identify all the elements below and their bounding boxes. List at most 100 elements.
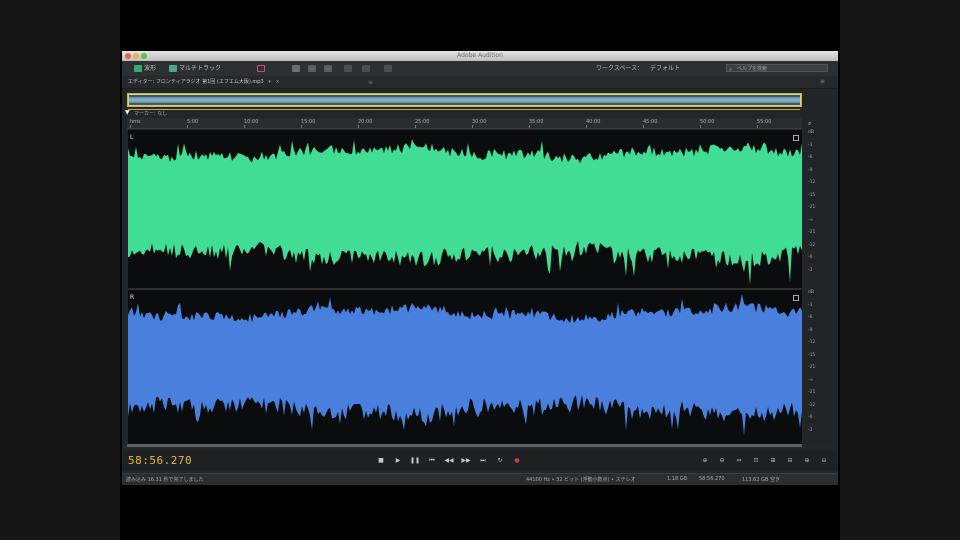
zoom-out-time-button[interactable]: ⊟ bbox=[785, 456, 795, 466]
ruler-tick: 10:00 bbox=[244, 119, 259, 128]
move-tool-icon[interactable] bbox=[292, 65, 300, 72]
multitrack-icon bbox=[169, 65, 177, 72]
db-scale-label: -6 bbox=[808, 255, 813, 260]
db-scale-label: -12 bbox=[808, 242, 816, 248]
ruler-tick: 30:00 bbox=[472, 119, 487, 128]
db-scale-label: -21 bbox=[808, 230, 816, 235]
db-scale-label: -6 bbox=[808, 155, 813, 160]
close-icon[interactable]: × bbox=[275, 79, 279, 85]
free-space: 113.62 GB 空き bbox=[742, 477, 780, 483]
status-bar: 読み込み 16.31 秒で完了しました 44100 Hz • 32 ビット (浮… bbox=[122, 473, 838, 485]
spectral-display-icon[interactable] bbox=[257, 65, 265, 72]
zoom-in-point-button[interactable]: ⊕ bbox=[802, 456, 812, 466]
tab-menu-icon[interactable]: ≡ bbox=[368, 78, 373, 87]
scrollbar-thumb[interactable] bbox=[127, 444, 802, 447]
right-channel-label: R bbox=[130, 294, 135, 301]
db-scale-label: -3 bbox=[808, 142, 813, 148]
db-scale-label: -12 bbox=[808, 340, 816, 345]
waveform-view-label: 波形 bbox=[144, 65, 157, 72]
move-to-end-button[interactable]: ⏭ bbox=[478, 456, 488, 466]
right-channel-waveform[interactable] bbox=[128, 290, 802, 444]
zoom-out-point-button[interactable]: ⊖ bbox=[819, 456, 829, 466]
db-scale-label: -∞ bbox=[808, 377, 814, 383]
time-selection-tool-icon[interactable] bbox=[344, 65, 352, 72]
zoom-out-amplitude-button[interactable]: ⊖ bbox=[717, 456, 727, 466]
window-title: Adobe Audition bbox=[457, 52, 503, 59]
zoom-in-amplitude-button[interactable]: ⊕ bbox=[700, 456, 710, 466]
fast-forward-button[interactable]: ▶▶ bbox=[461, 456, 471, 466]
move-to-start-button[interactable]: ⏮ bbox=[427, 456, 437, 466]
chevron-down-icon[interactable]: ▾ bbox=[268, 79, 271, 85]
marker-label: マーカー: なし bbox=[134, 111, 168, 117]
left-channel-waveform[interactable] bbox=[128, 130, 802, 288]
panel-menu-icon[interactable]: ≡ bbox=[820, 78, 825, 85]
editor-tab[interactable]: エディター: フロンティアラジオ 第1回 (エフエム大阪).mp3 ▾ × bbox=[128, 78, 280, 87]
db-scale-label: dB bbox=[808, 130, 814, 135]
waveform-icon bbox=[134, 65, 142, 72]
zoom-in-time-button[interactable]: ⊞ bbox=[768, 456, 778, 466]
zoom-selection-button[interactable]: ⊡ bbox=[751, 456, 761, 466]
main-toolbar: 波形 マルチトラック ワークスペース： デフォルト ⌕ ヘルプを検索 bbox=[122, 61, 838, 77]
amplitude-scale: ⌕ dB -3 -6 -9 -12 -15 -21 -∞ -21 -12 -6 -3 dB -3 -6 -9 -… bbox=[804, 118, 832, 444]
editor-tab-bar: エディター: フロンティアラジオ 第1回 (エフエム大阪).mp3 ▾ × ≡ … bbox=[122, 76, 838, 89]
play-button[interactable]: ▶ bbox=[393, 456, 403, 466]
zoom-full-button[interactable]: ⇔ bbox=[734, 456, 744, 466]
db-scale-label: -12 bbox=[808, 180, 816, 185]
db-scale-label: -21 bbox=[808, 365, 816, 370]
lasso-tool-icon[interactable] bbox=[384, 65, 392, 72]
db-scale-label: -21 bbox=[808, 205, 816, 210]
db-scale-label: -21 bbox=[808, 390, 816, 395]
waveform-display[interactable]: L R bbox=[128, 130, 802, 444]
vertical-zoom-icon[interactable]: ⌕ bbox=[808, 120, 811, 128]
overview-navigator[interactable] bbox=[127, 93, 802, 107]
db-scale-label: -12 bbox=[808, 402, 816, 408]
playhead-icon[interactable]: ▼ bbox=[125, 109, 130, 116]
db-scale-label: -∞ bbox=[808, 217, 814, 223]
db-scale-label: -3 bbox=[808, 302, 813, 308]
overview-view-window[interactable] bbox=[128, 94, 801, 106]
record-button[interactable]: ● bbox=[512, 456, 522, 466]
ruler-tick: 55:00 bbox=[757, 119, 772, 128]
help-search-placeholder: ヘルプを検索 bbox=[737, 66, 768, 72]
workspace-select[interactable]: デフォルト bbox=[650, 64, 720, 73]
loop-button[interactable]: ↻ bbox=[495, 456, 505, 466]
ruler-tick: 15:00 bbox=[301, 119, 316, 128]
slip-tool-icon[interactable] bbox=[324, 65, 332, 72]
db-scale-label: -6 bbox=[808, 315, 813, 320]
ruler-tick: 35:00 bbox=[529, 119, 544, 128]
multitrack-view-button[interactable]: マルチトラック bbox=[169, 64, 221, 73]
ruler-tick: 20:00 bbox=[358, 119, 373, 128]
ruler-tick: 25:00 bbox=[415, 119, 430, 128]
marquee-tool-icon[interactable] bbox=[362, 65, 370, 72]
search-icon: ⌕ bbox=[729, 67, 732, 73]
channel-enable-icon[interactable] bbox=[793, 135, 799, 141]
stop-button[interactable]: ■ bbox=[376, 456, 386, 466]
multitrack-view-label: マルチトラック bbox=[179, 65, 222, 72]
db-scale-label: -9 bbox=[808, 327, 813, 333]
title-bar: Adobe Audition bbox=[122, 51, 838, 61]
db-scale-label: -6 bbox=[808, 415, 813, 420]
razor-tool-icon[interactable] bbox=[308, 65, 316, 72]
pause-button[interactable]: ❚❚ bbox=[410, 456, 420, 466]
ruler-tick: 45:00 bbox=[643, 119, 658, 128]
horizontal-scrollbar[interactable] bbox=[127, 444, 802, 447]
ruler-tick: 50:00 bbox=[700, 119, 715, 128]
status-message: 読み込み 16.31 秒で完了しました bbox=[126, 477, 204, 483]
db-scale-label: -3 bbox=[808, 267, 813, 273]
ruler-tick: 5:00 bbox=[187, 119, 199, 128]
db-scale-label: dB bbox=[808, 290, 814, 295]
db-scale-label: -15 bbox=[808, 352, 816, 358]
channel-enable-icon[interactable] bbox=[793, 295, 799, 301]
ruler-tick: hms bbox=[130, 119, 141, 128]
db-scale-label: -15 bbox=[808, 192, 816, 198]
transport-panel: 58:56.270 ■ ▶ ❚❚ ⏮ ◀◀ ▶▶ ⏭ ↻ ● ⊕ ⊖ ⇔ ⊡ ⊞… bbox=[122, 451, 838, 471]
letterbox-right bbox=[840, 0, 960, 540]
current-time-display: 58:56.270 bbox=[128, 454, 193, 467]
waveform-view-button[interactable]: 波形 bbox=[134, 64, 156, 73]
ruler-tick: 40:00 bbox=[586, 119, 601, 128]
help-search-input[interactable]: ⌕ ヘルプを検索 bbox=[726, 64, 828, 73]
left-channel-label: L bbox=[130, 134, 134, 141]
time-ruler[interactable]: hms 5:00 10:00 15:00 20:00 25:00 30:00 35:00 40:… bbox=[127, 118, 802, 129]
selection-bar[interactable] bbox=[128, 109, 800, 110]
rewind-button[interactable]: ◀◀ bbox=[444, 456, 454, 466]
